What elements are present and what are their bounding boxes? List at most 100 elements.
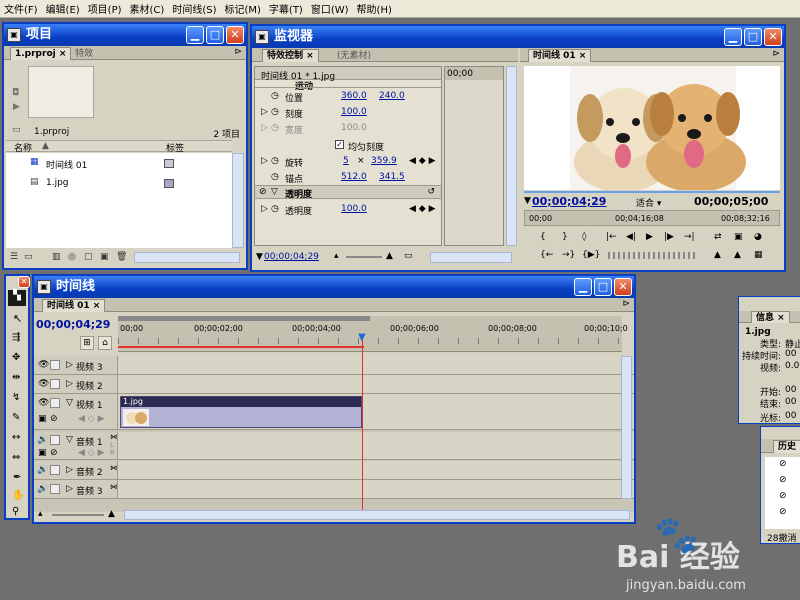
expand-icon[interactable]: ▷: [66, 379, 73, 389]
selection-tool-icon[interactable]: ↖: [13, 312, 22, 325]
stopwatch-icon[interactable]: ◷: [271, 91, 279, 101]
stopwatch-icon[interactable]: ◷: [271, 172, 279, 182]
timeline-zoom-slider[interactable]: [52, 514, 104, 516]
extract-icon[interactable]: ▲: [734, 250, 741, 260]
list-view-icon[interactable]: ☰: [10, 252, 18, 262]
timeline-ruler[interactable]: 00;00 00;00;02;00 00;00;04;00 00;00;06;0…: [118, 316, 628, 352]
expand-icon[interactable]: ▷: [261, 156, 268, 166]
timeline-vscrollbar[interactable]: [621, 356, 632, 499]
fit-dropdown[interactable]: 适合 ▾: [636, 196, 661, 209]
menu-edit[interactable]: 编辑(E): [42, 1, 84, 16]
lock-checkbox[interactable]: [50, 379, 60, 389]
menu-title[interactable]: 字幕(T): [265, 1, 307, 16]
tab-project-bin[interactable]: 1.prproj ×: [10, 47, 72, 60]
anchor-y-value[interactable]: 341.5: [379, 172, 405, 182]
stopwatch-icon[interactable]: ◷: [271, 107, 279, 117]
tab-info[interactable]: 信息 ×: [751, 311, 790, 323]
collapse-icon[interactable]: ▽: [66, 398, 73, 408]
timeline-current-time[interactable]: 00;00;04;29: [36, 318, 110, 331]
fx-current-time[interactable]: 00;00;04;29: [264, 252, 319, 262]
close-button[interactable]: ✕: [18, 276, 30, 288]
expand-icon[interactable]: ▷: [66, 484, 73, 494]
play-in-to-out-icon[interactable]: {▶}: [582, 250, 600, 260]
pen-tool-icon[interactable]: ✒: [13, 472, 21, 483]
expand-icon[interactable]: ▷: [261, 204, 268, 214]
prev-edit-icon[interactable]: {←: [540, 250, 553, 260]
project-hscrollbar[interactable]: [134, 252, 240, 263]
find-icon[interactable]: ◎: [68, 252, 76, 262]
collapse-icon[interactable]: ▽: [66, 435, 73, 445]
playhead-line[interactable]: [362, 334, 363, 512]
program-viewer[interactable]: [524, 66, 780, 192]
rotation-turns-value[interactable]: 5: [343, 156, 349, 166]
mark-out-icon[interactable]: }: [562, 232, 568, 242]
menu-clip[interactable]: 素材(C): [126, 1, 169, 16]
expand-icon[interactable]: ▷: [261, 107, 268, 117]
slip-tool-icon[interactable]: ↔: [12, 432, 20, 443]
clear-icon[interactable]: 🗑: [116, 252, 127, 262]
list-item[interactable]: ▦ 时间线 01: [6, 155, 232, 171]
keyframe-nav-icon[interactable]: ◀ ◆ ▶: [409, 204, 436, 214]
uniform-scale-checkbox[interactable]: ✓: [335, 140, 344, 149]
scale-value[interactable]: 100.0: [341, 107, 367, 117]
no-keyframe-icon[interactable]: ⊘: [50, 448, 58, 458]
ripple-edit-tool-icon[interactable]: ✥: [12, 352, 20, 363]
panel-menu-icon[interactable]: ⊳: [622, 299, 630, 309]
lock-checkbox[interactable]: [50, 398, 60, 408]
output-icon[interactable]: ◕: [754, 232, 762, 242]
work-area-bar[interactable]: [118, 346, 364, 348]
position-x-value[interactable]: 360.0: [341, 91, 367, 101]
timeline-hscrollbar[interactable]: [124, 510, 630, 520]
automate-icon[interactable]: ▥: [52, 252, 61, 262]
tab-effect-controls[interactable]: 特效控制 ×: [262, 49, 319, 62]
fx-toggle-icon[interactable]: ⊘: [259, 187, 267, 197]
anchor-x-value[interactable]: 512.0: [341, 172, 367, 182]
keyframe-nav-icon[interactable]: ◀ ◆ ▶: [409, 156, 436, 166]
close-button[interactable]: ✕: [226, 26, 244, 44]
menu-file[interactable]: 文件(F): [0, 1, 42, 16]
collapse-icon[interactable]: ▽: [271, 187, 278, 197]
timeline-titlebar[interactable]: ▣ 时间线 ▁ □ ✕: [34, 276, 634, 298]
maximize-button[interactable]: □: [206, 26, 224, 44]
zoom-in-icon[interactable]: ▲: [108, 509, 115, 519]
snap-icon[interactable]: ⊞: [80, 336, 94, 350]
display-style-icon[interactable]: ▣: [38, 448, 47, 458]
mark-in-icon[interactable]: {: [540, 232, 546, 242]
zoom-tool-icon[interactable]: ⚲: [12, 506, 19, 517]
razor-tool-icon[interactable]: ✎: [12, 412, 20, 423]
panel-menu-icon[interactable]: ⊳: [772, 49, 780, 59]
lock-checkbox[interactable]: [50, 484, 60, 494]
zoom-in-icon[interactable]: ▲: [386, 251, 393, 261]
opacity-value[interactable]: 100.0: [341, 204, 367, 214]
program-ruler[interactable]: 00;00 00;04;16;08 00;08;32;16: [524, 210, 780, 226]
playhead-icon[interactable]: ▼: [358, 332, 366, 343]
display-style-icon[interactable]: ▣: [38, 414, 47, 424]
jog-wheel[interactable]: [608, 252, 698, 259]
menu-help[interactable]: 帮助(H): [353, 1, 396, 16]
fx-vscrollbar[interactable]: [506, 66, 517, 246]
fx-hscrollbar[interactable]: [430, 252, 512, 263]
play-icon[interactable]: ▶: [13, 102, 20, 112]
lift-icon[interactable]: ▲: [714, 250, 721, 260]
expand-icon[interactable]: ▷: [66, 360, 73, 370]
zoom-slider[interactable]: [346, 256, 382, 258]
history-step-icon[interactable]: ⊘: [779, 491, 787, 501]
set-marker-icon[interactable]: ⌂: [98, 336, 112, 350]
reset-icon[interactable]: ↺: [427, 187, 435, 197]
lock-checkbox[interactable]: [50, 435, 60, 445]
stopwatch-icon[interactable]: ◷: [271, 204, 279, 214]
go-to-out-icon[interactable]: →|: [684, 232, 695, 242]
monitor-titlebar[interactable]: ▣ 监视器 ▁ □ ✕: [252, 26, 784, 48]
panel-menu-icon[interactable]: ⊳: [234, 47, 242, 57]
play-icon[interactable]: ▶: [646, 232, 653, 242]
stopwatch-icon[interactable]: ◷: [271, 156, 279, 166]
new-bin-icon[interactable]: ▢: [84, 252, 93, 262]
maximize-button[interactable]: □: [594, 278, 612, 296]
maximize-button[interactable]: □: [744, 28, 762, 46]
label-swatch[interactable]: [164, 179, 174, 188]
tab-program-sequence[interactable]: 时间线 01 ×: [528, 49, 592, 62]
speaker-icon[interactable]: 🔊: [37, 435, 48, 445]
marker-icon[interactable]: ◊: [582, 232, 586, 242]
lock-checkbox[interactable]: [50, 465, 60, 475]
eye-icon[interactable]: 👁: [38, 379, 49, 389]
